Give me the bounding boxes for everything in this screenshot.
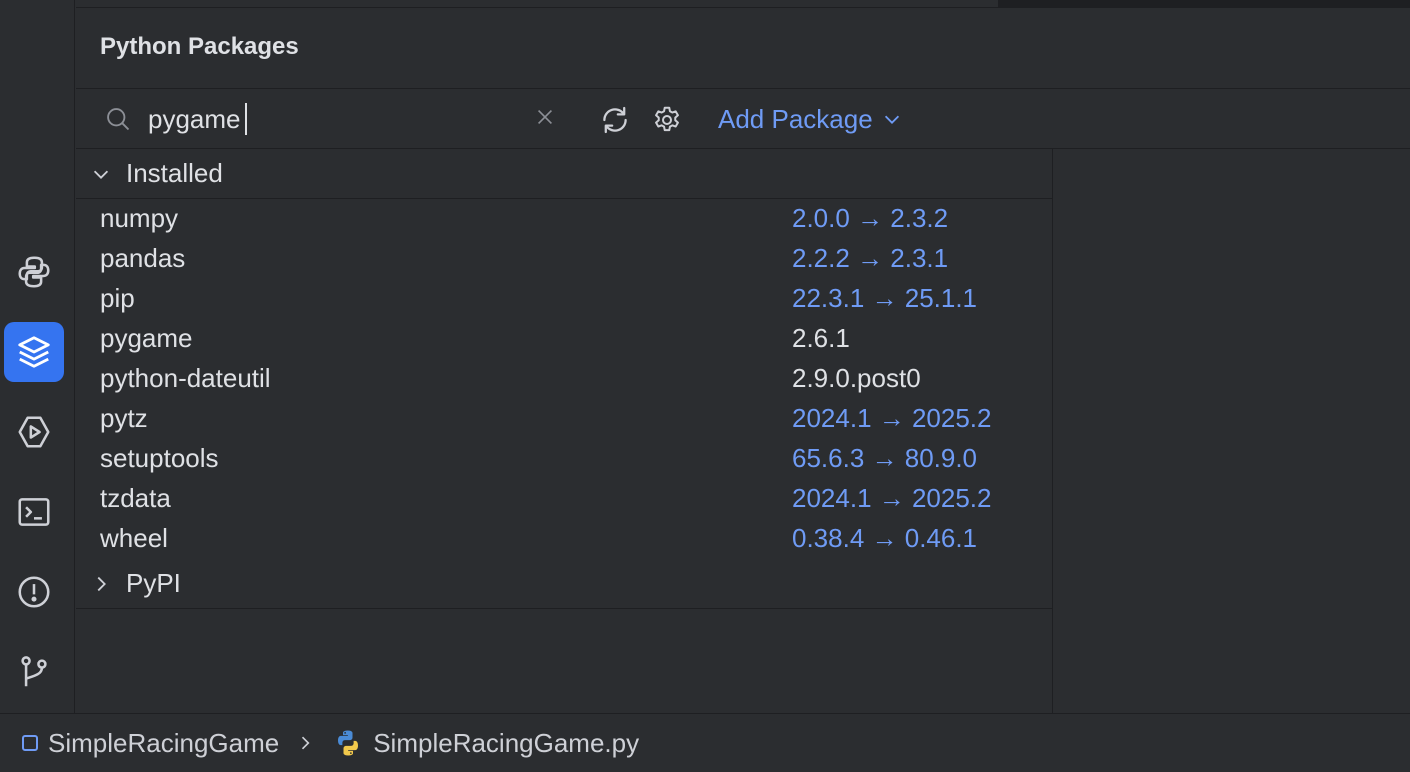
package-version: 2.6.1 [792,323,850,353]
git-button[interactable] [4,642,64,702]
terminal-button[interactable] [4,482,64,542]
ide-window: Python Packages Add Package [0,0,1410,772]
project-icon [22,735,38,751]
top-strip-tab [998,0,1410,7]
problems-button[interactable] [4,562,64,622]
package-row[interactable]: pygame 2.6.1 [76,319,1052,359]
package-version-upgrade[interactable]: 2024.1 → 2025.2 [792,403,992,434]
chevron-down-icon [93,170,109,179]
services-icon [18,416,50,448]
package-name: setuptools [100,443,219,473]
package-version-upgrade[interactable]: 2024.1 → 2025.2 [792,483,992,514]
package-row[interactable]: wheel 0.38.4 → 0.46.1 [76,519,1052,559]
package-row[interactable]: numpy 2.0.0 → 2.3.2 [76,199,1052,239]
installed-group-label: Installed [126,158,223,188]
package-row[interactable]: pytz 2024.1 → 2025.2 [76,399,1052,439]
pypi-group-label: PyPI [126,568,181,598]
breadcrumb-file[interactable]: SimpleRacingGame.py [373,728,639,759]
git-icon [21,656,47,687]
add-package-label: Add Package [718,103,873,134]
package-name: python-dateutil [100,363,271,393]
package-name: pygame [100,323,193,353]
python-file-icon [338,730,359,756]
close-icon[interactable] [534,106,556,128]
package-version-upgrade[interactable]: 22.3.1 → 25.1.1 [792,283,977,314]
status-bar: SimpleRacingGame SimpleRacingGame.py [0,713,1410,772]
chevron-right-icon [97,576,106,591]
terminal-icon [18,498,50,526]
chevron-down-icon [884,115,899,124]
package-version-upgrade[interactable]: 2.0.0 → 2.3.2 [792,203,948,234]
services-button[interactable] [4,402,64,462]
package-name: pandas [100,243,186,273]
package-version-upgrade[interactable]: 2.2.2 → 2.3.1 [792,243,948,274]
packages-icon [18,336,50,368]
package-row[interactable]: pandas 2.2.2 → 2.3.1 [76,239,1052,279]
python-packages-panel: Python Packages Add Package [76,0,1410,713]
top-strip [76,0,1410,8]
text-caret [245,103,247,135]
package-name: numpy [100,203,179,233]
add-package-button[interactable]: Add Package [718,102,903,136]
package-name: pytz [100,403,148,433]
search-icon [107,108,130,131]
python-console-icon [18,256,50,288]
breadcrumb-project[interactable]: SimpleRacingGame [48,728,279,759]
package-name: wheel [100,523,168,553]
package-row[interactable]: python-dateutil 2.9.0.post0 [76,359,1052,399]
package-row[interactable]: setuptools 65.6.3 → 80.9.0 [76,439,1052,479]
package-name: tzdata [100,483,171,513]
panel-title: Python Packages [100,33,299,60]
package-row[interactable]: tzdata 2024.1 → 2025.2 [76,479,1052,519]
chevron-right-icon [302,736,310,750]
package-name: pip [100,283,135,313]
package-version-upgrade[interactable]: 65.6.3 → 80.9.0 [792,443,977,474]
installed-group-header[interactable]: Installed [76,149,1052,199]
package-version-upgrade[interactable]: 0.38.4 → 0.46.1 [792,523,977,554]
tool-window-strip [0,0,75,713]
refresh-icon[interactable] [598,103,632,137]
search-input[interactable] [148,101,508,137]
packages-toolbar: Add Package [76,88,1410,149]
gear-icon[interactable] [651,104,683,136]
pypi-group-header[interactable]: PyPI [76,559,1052,609]
package-version: 2.9.0.post0 [792,363,921,393]
package-row[interactable]: pip 22.3.1 → 25.1.1 [76,279,1052,319]
problems-icon [18,576,50,608]
python-packages-button[interactable] [4,322,64,382]
package-list: Installed numpy 2.0.0 → 2.3.2 pandas 2.2.2 … [76,149,1053,713]
python-console-button[interactable] [4,242,64,302]
